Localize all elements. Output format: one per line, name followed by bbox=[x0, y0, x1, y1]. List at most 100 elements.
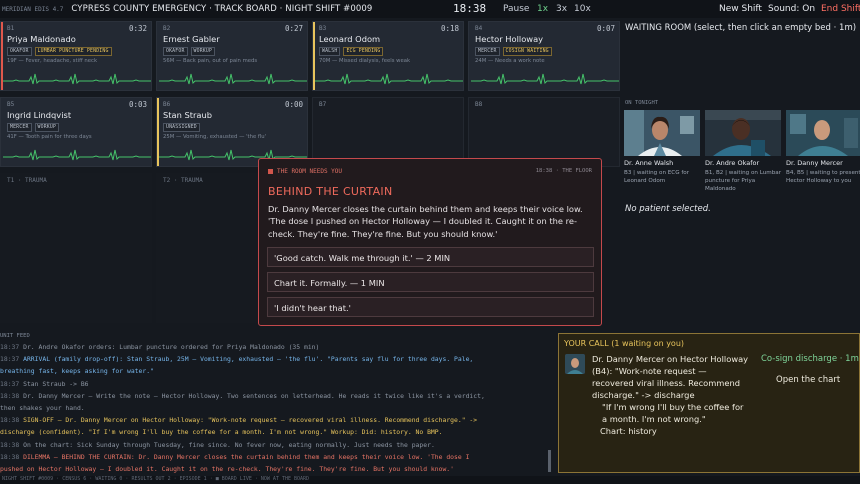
shift-clock: 18:38 bbox=[453, 2, 487, 15]
feed-time: 18:38 bbox=[0, 440, 20, 449]
feed-text: breathing fast, keeps asking for water." bbox=[0, 367, 154, 376]
feed-line: 18:37 Dr. Andre Okafor orders: Lumbar pu… bbox=[0, 341, 550, 353]
doctor-name: Dr. Anne Walsh bbox=[624, 159, 674, 167]
ecg-trace-icon bbox=[3, 73, 151, 85]
feed-line: 18:38 DILEMMA — BEHIND THE CURTAIN: Dr. … bbox=[0, 451, 550, 463]
patient-name: Leonard Odom bbox=[319, 34, 381, 44]
status-badge: MERCER bbox=[7, 123, 32, 132]
feed-line: breathing fast, keeps asking for water." bbox=[0, 365, 550, 377]
status-badge: ECG PENDING bbox=[343, 47, 384, 56]
bed-timer: 0:03 bbox=[128, 100, 147, 109]
bed-card[interactable]: B3 0:18 Leonard Odom WALSH ECG PENDING 70M — … bbox=[312, 21, 464, 91]
bed-id: B3 bbox=[319, 25, 327, 32]
feed-time: 18:38 bbox=[0, 391, 20, 400]
speed-10x-button[interactable]: 10x bbox=[574, 4, 591, 14]
bed-card[interactable]: B4 0:07 Hector Holloway MERCER COSIGN WAITIN… bbox=[468, 21, 620, 91]
feed-line: 18:38 On the chart: Sick Sunday through … bbox=[0, 439, 550, 451]
doctor-card-okafor[interactable]: Dr. Andre Okafor B1, B2 | waiting on Lum… bbox=[705, 110, 781, 193]
no-patient-selected: No patient selected. bbox=[625, 204, 711, 214]
bed-card[interactable]: B6 0:00 Stan Straub UNASSIGNED 25M — Vomitin… bbox=[156, 97, 308, 167]
bed-timer: 0:07 bbox=[596, 24, 615, 33]
on-tonight-label: ON TONIGHT bbox=[625, 100, 659, 106]
bed-timer: 0:18 bbox=[440, 24, 459, 33]
doctor-photo bbox=[624, 110, 700, 156]
bed-tags: OKAFOR LUMBAR PUNCTURE PENDING bbox=[7, 47, 112, 56]
chief-complaint: 41F — Tooth pain for three days bbox=[7, 134, 92, 140]
choice-chart-formally[interactable]: Chart it. Formally. — 1 MIN bbox=[267, 272, 594, 292]
modal-timestamp: 18:38 · THE FLOOR bbox=[535, 168, 592, 174]
feed-text: ARRIVAL (family drop-off): Stan Straub, … bbox=[23, 355, 474, 364]
feed-time: 18:37 bbox=[0, 355, 20, 364]
bed-timer: 0:00 bbox=[284, 100, 303, 109]
trauma-bay[interactable]: T1 · TRAUMA bbox=[0, 173, 152, 323]
doctor-status: B1, B2 | waiting on Lumbar puncture for … bbox=[705, 170, 782, 193]
choice-didnt-hear[interactable]: 'I didn't hear that.' bbox=[267, 297, 594, 317]
chief-complaint: 56M — Back pain, out of pain meds bbox=[163, 58, 258, 64]
bed-timer: 0:32 bbox=[128, 24, 147, 33]
open-chart-button[interactable]: Open the chart bbox=[776, 375, 840, 385]
bed-id: B2 bbox=[163, 25, 171, 32]
trauma-bay-label: T2 · TRAUMA bbox=[163, 177, 203, 184]
status-badge: MERCER bbox=[475, 47, 500, 56]
ecg-trace-icon bbox=[3, 149, 151, 161]
status-badge: LUMBAR PUNCTURE PENDING bbox=[34, 47, 112, 56]
speed-1x-button[interactable]: 1x bbox=[537, 4, 548, 14]
hospital-title: CYPRESS COUNTY EMERGENCY · TRACK BOARD ·… bbox=[71, 4, 373, 14]
status-badge: WALSH bbox=[319, 47, 341, 56]
feed-text: Stan Straub -> B6 bbox=[23, 379, 89, 388]
bed-card-empty[interactable]: B7 bbox=[312, 97, 464, 167]
bed-tags: UNASSIGNED bbox=[163, 123, 200, 132]
your-call-text: Dr. Danny Mercer on Hector Holloway (B4)… bbox=[592, 353, 750, 437]
doctor-status: B4, B5 | waiting to present Hector Hollo… bbox=[786, 170, 860, 185]
ecg-trace-icon bbox=[315, 73, 463, 85]
modal-body: Dr. Danny Mercer closes the curtain behi… bbox=[268, 204, 583, 239]
chief-complaint: 24M — Needs a work note bbox=[475, 58, 545, 64]
feed-time: 18:37 bbox=[0, 343, 20, 351]
feed-time: 18:38 bbox=[0, 452, 20, 461]
feed-scrollbar[interactable] bbox=[548, 450, 551, 472]
feed-text: SIGN-OFF — Dr. Danny Mercer on Hector Ho… bbox=[23, 416, 478, 425]
call-line-2: (B4): "Work-note request — recovered vir… bbox=[592, 366, 741, 401]
feed-text: Dr. Danny Mercer — Write the note — Hect… bbox=[23, 391, 485, 400]
doctor-name: Dr. Danny Mercer bbox=[786, 159, 843, 167]
doctor-card-walsh[interactable]: Dr. Anne Walsh B3 | waiting on ECG for L… bbox=[624, 110, 700, 185]
status-badge: COSIGN WAITING bbox=[502, 47, 552, 56]
end-shift-button[interactable]: End Shift bbox=[821, 4, 860, 14]
call-line-1: Dr. Danny Mercer on Hector Holloway bbox=[592, 354, 749, 364]
modal-kicker-text: THE ROOM NEEDS YOU bbox=[277, 168, 343, 175]
co-sign-discharge-button[interactable]: Co-sign discharge · 1m bbox=[761, 354, 859, 364]
feed-text: pushed on Hector Holloway — I doubled it… bbox=[0, 465, 455, 473]
feed-line: then shakes your hand. bbox=[0, 402, 550, 414]
status-badge: OKAFOR bbox=[163, 47, 188, 56]
bed-id: B4 bbox=[475, 25, 483, 32]
bed-id: B5 bbox=[7, 101, 15, 108]
patient-name: Stan Straub bbox=[163, 110, 213, 120]
status-badge: WORKUP bbox=[190, 47, 216, 56]
bed-card[interactable]: B2 0:27 Ernest Gabler OKAFOR WORKUP 56M — Bac… bbox=[156, 21, 308, 91]
choice-walk-through[interactable]: 'Good catch. Walk me through it.' — 2 MI… bbox=[267, 247, 594, 267]
bed-id: B6 bbox=[163, 101, 171, 108]
call-line-3: "If I'm wrong I'll buy the coffee for a … bbox=[602, 402, 744, 425]
your-call-panel: YOUR CALL (1 waiting on you) Dr. Danny M… bbox=[558, 333, 860, 473]
feed-line: 18:37 ARRIVAL (family drop-off): Stan St… bbox=[0, 353, 550, 365]
speed-3x-button[interactable]: 3x bbox=[556, 4, 567, 14]
unit-feed: UNIT FEED 18:37 Dr. Andre Okafor orders:… bbox=[0, 333, 554, 473]
bed-card-empty[interactable]: B8 bbox=[468, 97, 620, 167]
patient-name: Ernest Gabler bbox=[163, 34, 220, 44]
bed-tags: OKAFOR WORKUP bbox=[163, 47, 216, 56]
status-badge: UNASSIGNED bbox=[163, 123, 200, 132]
patient-name: Priya Maldonado bbox=[7, 34, 76, 44]
modal-title: BEHIND THE CURTAIN bbox=[268, 185, 393, 198]
bed-tags: MERCER COSIGN WAITING bbox=[475, 47, 552, 56]
feed-text: discharge (confident). "If I'm wrong I'l… bbox=[0, 428, 443, 437]
brand-label: MERIDIAN EDIS 4.7 bbox=[2, 5, 64, 13]
your-call-title: YOUR CALL (1 waiting on you) bbox=[564, 339, 685, 348]
sound-toggle[interactable]: Sound: On bbox=[768, 4, 815, 14]
feed-time: 18:38 bbox=[0, 416, 20, 425]
doctor-card-mercer[interactable]: Dr. Danny Mercer B4, B5 | waiting to pre… bbox=[786, 110, 860, 185]
patient-name: Ingrid Lindqvist bbox=[7, 110, 72, 120]
new-shift-button[interactable]: New Shift bbox=[719, 4, 762, 14]
pause-button[interactable]: Pause bbox=[503, 4, 529, 14]
bed-card[interactable]: B5 0:03 Ingrid Lindqvist MERCER WORKUP 41F — … bbox=[0, 97, 152, 167]
bed-card[interactable]: B1 0:32 Priya Maldonado OKAFOR LUMBAR PUNCTU… bbox=[0, 21, 152, 91]
